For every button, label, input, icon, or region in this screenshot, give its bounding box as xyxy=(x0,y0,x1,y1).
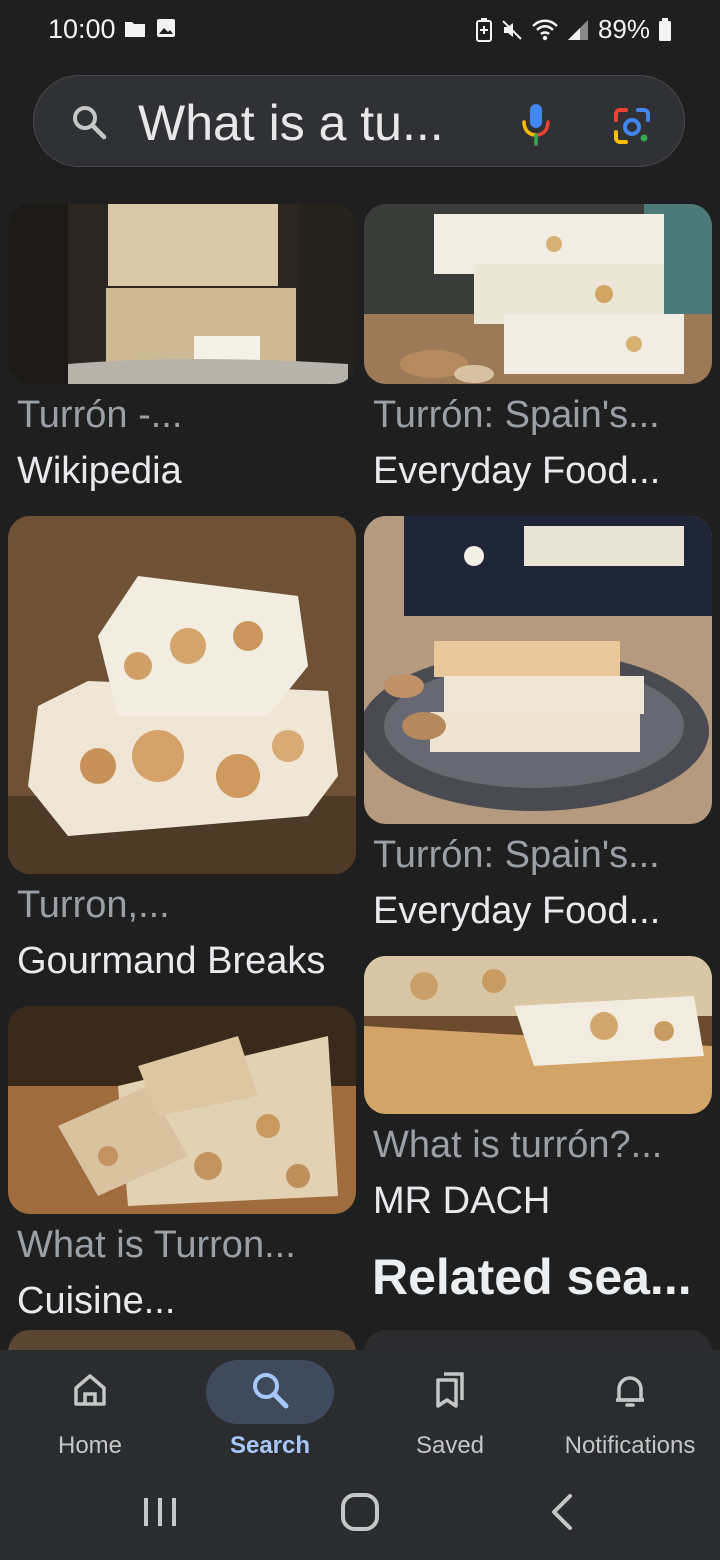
status-bar: 10:00 89% xyxy=(0,0,720,60)
nav-home-label: Home xyxy=(57,1432,123,1459)
result-source: Everyday Food... xyxy=(373,450,661,492)
search-query-text[interactable]: What is a tu... xyxy=(138,94,444,152)
result-image[interactable] xyxy=(364,956,712,1114)
system-navigation-bar xyxy=(0,1470,720,1560)
result-title[interactable]: Turrón: Spain's... xyxy=(373,394,660,437)
result-title[interactable]: Turrón -... xyxy=(17,394,182,437)
recent-apps-icon[interactable] xyxy=(142,1490,178,1534)
result-image[interactable] xyxy=(8,204,356,384)
mute-icon xyxy=(502,19,522,40)
result-image[interactable] xyxy=(364,204,712,384)
nav-notifications-label: Notifications xyxy=(564,1432,696,1459)
wifi-icon xyxy=(532,19,558,40)
result-title[interactable]: What is Turron... xyxy=(17,1224,296,1267)
result-source: MR DACH xyxy=(373,1180,551,1222)
result-image[interactable] xyxy=(364,516,712,824)
battery-icon xyxy=(659,17,671,41)
home-icon xyxy=(74,1374,106,1406)
folder-icon xyxy=(125,22,145,37)
search-icon xyxy=(253,1373,289,1409)
bell-icon xyxy=(616,1376,644,1407)
battery-saver-icon xyxy=(475,17,492,42)
status-icons: 89% xyxy=(475,14,672,45)
status-time: 10:00 xyxy=(48,14,116,44)
battery-percent: 89% xyxy=(597,14,650,44)
nav-home[interactable]: Home xyxy=(0,1350,180,1470)
related-searches-heading: Related sea... xyxy=(372,1249,692,1305)
saved-icon xyxy=(436,1372,464,1408)
gallery-icon xyxy=(157,19,175,37)
result-image[interactable] xyxy=(8,1006,356,1214)
result-source: Wikipedia xyxy=(17,450,182,492)
voice-search-icon[interactable] xyxy=(520,102,552,146)
signal-icon xyxy=(567,19,588,40)
nav-saved[interactable]: Saved xyxy=(360,1350,540,1470)
result-image[interactable] xyxy=(8,516,356,874)
result-title[interactable]: What is turrón?... xyxy=(373,1124,662,1167)
search-bar[interactable]: What is a tu... xyxy=(33,75,685,167)
nav-search-label: Search xyxy=(229,1432,311,1459)
google-lens-icon[interactable] xyxy=(612,106,652,146)
result-title[interactable]: Turrón: Spain's... xyxy=(373,834,660,877)
home-button-icon[interactable] xyxy=(338,1490,382,1534)
result-source: Everyday Food... xyxy=(373,890,661,932)
result-source: Gourmand Breaks xyxy=(17,940,326,982)
result-title[interactable]: Turron,... xyxy=(17,884,170,927)
nav-search[interactable]: Search xyxy=(180,1350,360,1470)
result-source: Cuisine... xyxy=(17,1280,176,1322)
search-icon xyxy=(73,106,107,140)
nav-notifications[interactable]: Notifications xyxy=(540,1350,720,1470)
nav-saved-label: Saved xyxy=(415,1432,485,1459)
back-icon[interactable] xyxy=(544,1490,580,1534)
